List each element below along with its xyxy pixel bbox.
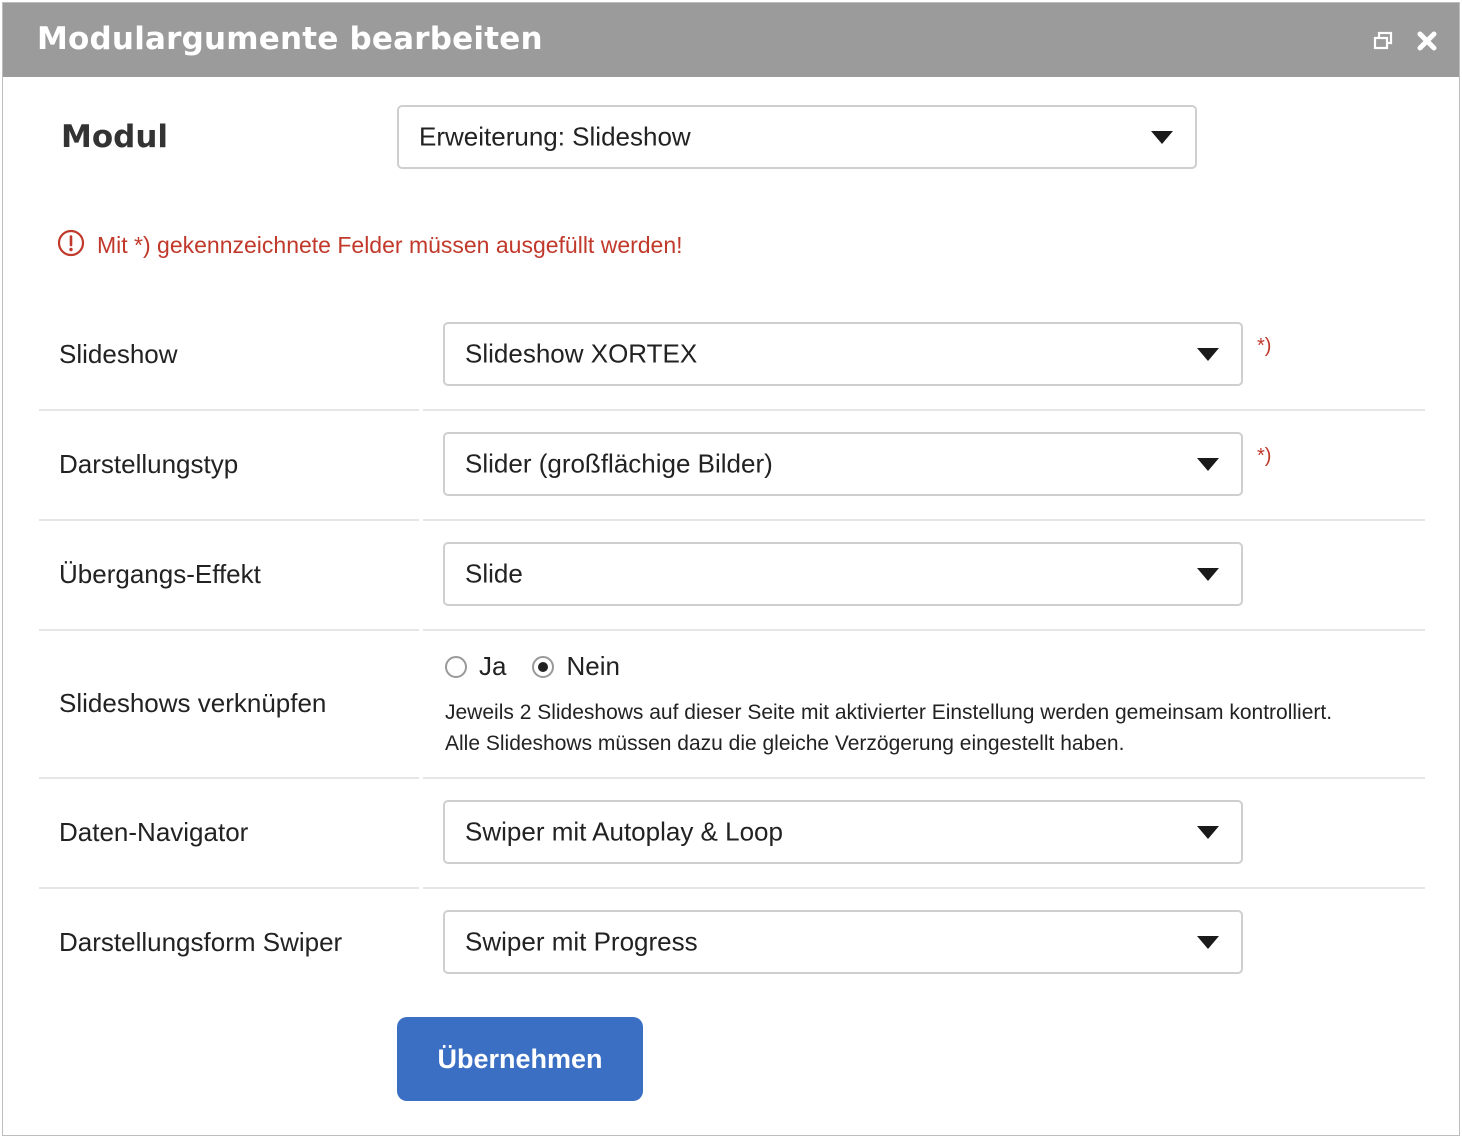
help-line: Jeweils 2 Slideshows auf dieser Seite mi… bbox=[445, 701, 1333, 724]
row-divider bbox=[39, 887, 419, 889]
slideshow-label: Slideshow bbox=[59, 339, 178, 369]
modul-select[interactable]: Erweiterung: Slideshow bbox=[397, 105, 1197, 169]
daten-navigator-select[interactable]: Swiper mit Autoplay & Loop bbox=[443, 800, 1243, 864]
darstellungstyp-label: Darstellungstyp bbox=[59, 449, 239, 479]
daten-navigator-label: Daten-Navigator bbox=[59, 817, 249, 847]
row-divider bbox=[39, 777, 419, 779]
dialog-titlebar[interactable]: Modulargumente bearbeiten bbox=[3, 3, 1459, 77]
slideshow-select-value: Slideshow XORTEX bbox=[465, 338, 698, 369]
uebergangs-effekt-select-value: Slide bbox=[465, 558, 523, 589]
uebergangs-effekt-label: Übergangs-Effekt bbox=[59, 559, 261, 589]
daten-navigator-select-value: Swiper mit Autoplay & Loop bbox=[465, 816, 783, 847]
uebergangs-effekt-select[interactable]: Slide bbox=[443, 542, 1243, 606]
radio-nein[interactable]: Nein bbox=[532, 651, 620, 682]
dialog-title: Modulargumente bearbeiten bbox=[37, 21, 543, 57]
radio-ja-label[interactable]: Ja bbox=[479, 651, 506, 682]
row-divider bbox=[39, 629, 419, 631]
required-marker: *) bbox=[1257, 335, 1272, 357]
modal-dialog: Modulargumente bearbeiten Modul Erweiter… bbox=[2, 2, 1460, 1136]
uebernehmen-button[interactable]: Übernehmen bbox=[397, 1017, 643, 1101]
row-divider bbox=[423, 519, 1425, 521]
alert-circle-icon bbox=[57, 229, 85, 262]
chevron-down-icon bbox=[1151, 131, 1173, 144]
chevron-down-icon bbox=[1197, 936, 1219, 949]
row-divider bbox=[39, 519, 419, 521]
darstellungsform-swiper-select-value: Swiper mit Progress bbox=[465, 926, 698, 957]
radio-nein-circle[interactable] bbox=[532, 655, 555, 678]
chevron-down-icon bbox=[1197, 348, 1219, 361]
restore-window-icon[interactable] bbox=[1371, 29, 1395, 53]
row-divider bbox=[423, 409, 1425, 411]
row-divider bbox=[423, 629, 1425, 631]
radio-nein-label[interactable]: Nein bbox=[566, 651, 619, 682]
row-divider bbox=[423, 777, 1425, 779]
required-marker: *) bbox=[1257, 445, 1272, 467]
notice-text: Mit *) gekennzeichnete Felder müssen aus… bbox=[97, 232, 683, 258]
slideshow-select[interactable]: Slideshow XORTEX bbox=[443, 322, 1243, 386]
close-icon[interactable] bbox=[1415, 29, 1439, 53]
radio-ja[interactable]: Ja bbox=[445, 651, 506, 682]
row-divider bbox=[423, 887, 1425, 889]
modul-label: Modul bbox=[61, 119, 169, 155]
required-fields-notice: Mit *) gekennzeichnete Felder müssen aus… bbox=[57, 229, 683, 262]
chevron-down-icon bbox=[1197, 568, 1219, 581]
radio-ja-circle[interactable] bbox=[445, 655, 467, 678]
darstellungsform-swiper-label: Darstellungsform Swiper bbox=[59, 927, 343, 957]
row-divider bbox=[39, 409, 419, 411]
help-line: Alle Slideshows müssen dazu die gleiche … bbox=[445, 732, 1125, 755]
verknuepfen-help-text: Jeweils 2 Slideshows auf dieser Seite mi… bbox=[445, 697, 1415, 759]
verknuepfen-radio-group: Ja Nein bbox=[445, 651, 646, 682]
chevron-down-icon bbox=[1197, 458, 1219, 471]
chevron-down-icon bbox=[1197, 826, 1219, 839]
darstellungsform-swiper-select[interactable]: Swiper mit Progress bbox=[443, 910, 1243, 974]
modul-select-value: Erweiterung: Slideshow bbox=[419, 121, 691, 152]
slideshows-verknuepfen-label: Slideshows verknüpfen bbox=[59, 688, 327, 718]
darstellungstyp-select-value: Slider (großflächige Bilder) bbox=[465, 448, 773, 479]
darstellungstyp-select[interactable]: Slider (großflächige Bilder) bbox=[443, 432, 1243, 496]
